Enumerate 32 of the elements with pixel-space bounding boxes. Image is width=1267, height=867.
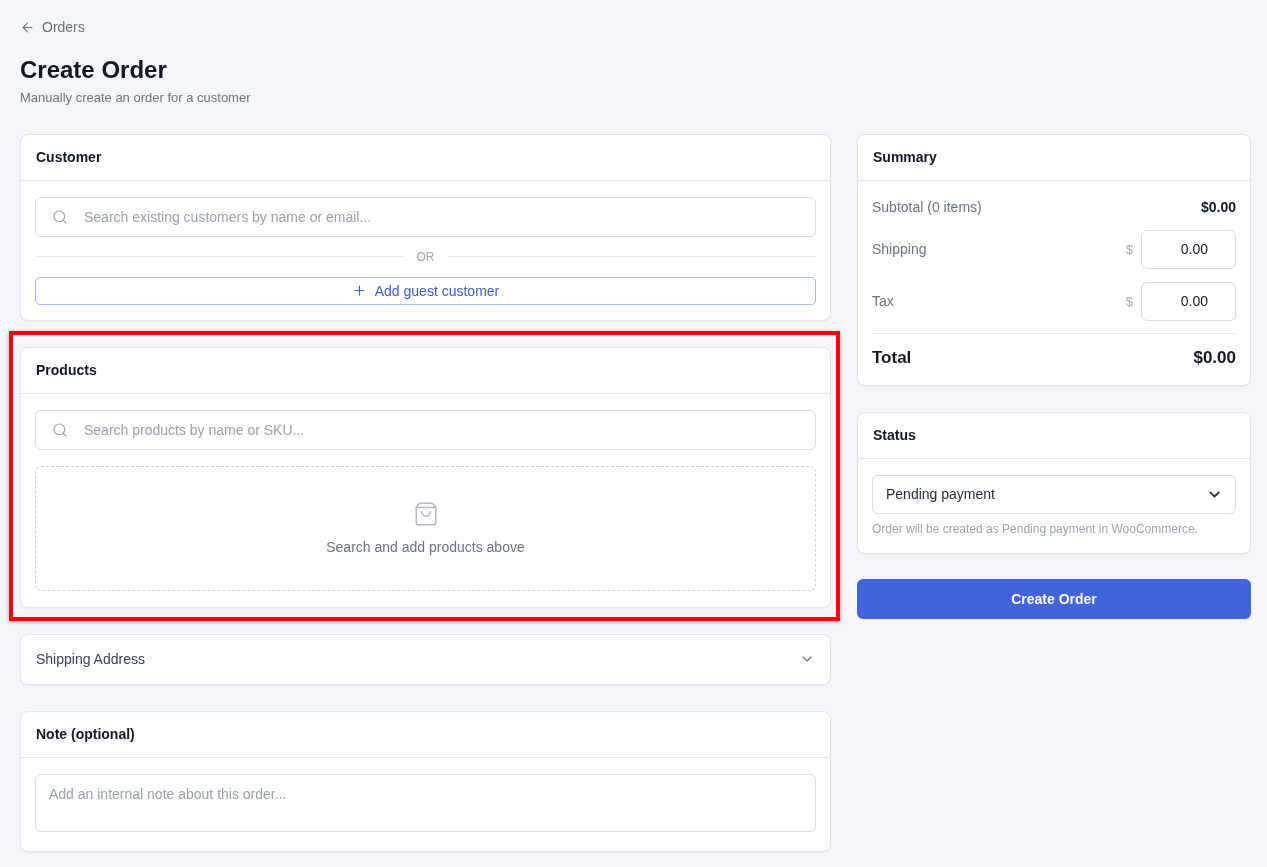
separator-text: OR — [416, 249, 435, 264]
card-title: Products — [36, 362, 97, 378]
status-select[interactable]: Pending payment — [872, 474, 1236, 514]
empty-message: Search and add products above — [326, 539, 525, 555]
page-title: Create Order — [20, 54, 168, 85]
back-link[interactable]: Orders — [20, 18, 85, 36]
shopping-bag-icon — [412, 501, 439, 527]
amount-field[interactable]: 0.00 — [1141, 281, 1236, 321]
card-title: Status — [873, 427, 916, 443]
card-title: Customer — [36, 149, 102, 165]
plus-icon — [351, 283, 367, 298]
add-guest-customer-button[interactable]: Add guest customer — [35, 276, 816, 305]
fee-label: Shipping — [872, 241, 927, 257]
product-search-field[interactable]: Search products by name or SKU... — [35, 409, 816, 450]
subtotal-value: $0.00 — [1200, 198, 1236, 215]
card-title: Note (optional) — [36, 726, 135, 742]
status-help-text: Order will be created as Pending payment in WooCommerce. — [872, 520, 1199, 537]
page-subtitle: Manually create an order for a customer — [20, 88, 252, 107]
shipping-address-toggle[interactable]: Shipping Address — [20, 633, 831, 685]
amount-field[interactable]: 0.00 — [1141, 229, 1236, 269]
currency-symbol: $ — [1125, 241, 1133, 257]
note-field[interactable]: Add an internal note about this order... — [35, 773, 816, 832]
card-title: Summary — [873, 149, 937, 165]
fee-label: Tax — [872, 293, 894, 309]
search-icon — [52, 421, 68, 438]
total-value: $0.00 — [1193, 347, 1236, 368]
currency-symbol: $ — [1125, 293, 1133, 309]
customer-search-field[interactable]: Search existing customers by name or email... — [35, 196, 816, 237]
total-label: Total — [872, 347, 912, 368]
search-icon — [52, 208, 68, 225]
create-order-button[interactable]: Create Order — [857, 578, 1251, 619]
subtotal-label: Subtotal (0 items) — [872, 198, 982, 215]
